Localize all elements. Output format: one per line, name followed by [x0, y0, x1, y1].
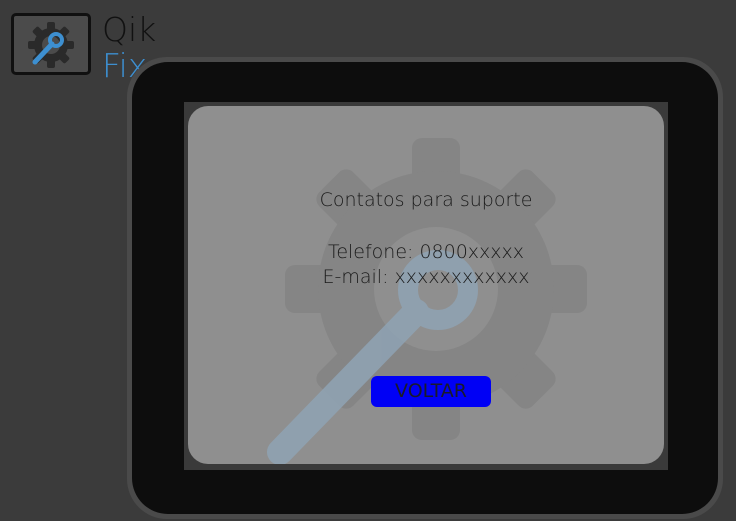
dialog-title: Contatos para suporte	[319, 189, 533, 211]
logo-text-qik: Qik	[102, 10, 157, 49]
gear-wrench-watermark-icon	[267, 138, 587, 464]
gear-wrench-icon	[28, 22, 74, 68]
back-button[interactable]: VOLTAR	[371, 376, 491, 407]
support-dialog: Contatos para suporte Telefone: 0800xxxx…	[188, 106, 664, 464]
support-phone: Telefone: 0800xxxxx	[327, 241, 525, 263]
logo-icon-box	[11, 13, 91, 75]
support-email: E-mail: xxxxxxxxxxxx	[322, 266, 530, 288]
